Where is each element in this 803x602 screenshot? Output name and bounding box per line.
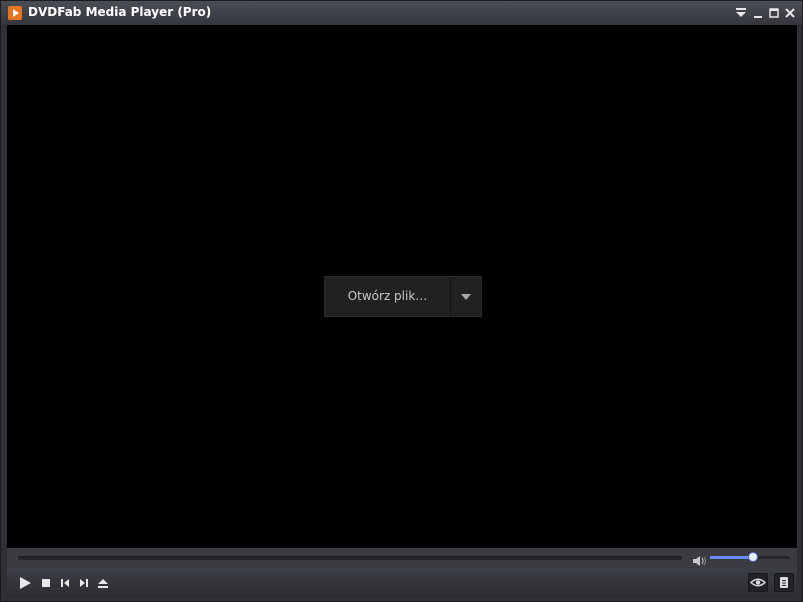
app-logo-icon (8, 6, 22, 20)
play-icon[interactable] (17, 575, 33, 591)
volume-slider[interactable] (710, 552, 790, 562)
open-file-button[interactable]: Otwórz plik… (325, 277, 450, 316)
minimize-icon[interactable] (751, 5, 765, 21)
volume-knob[interactable] (748, 552, 758, 562)
seekbar-area (7, 548, 797, 568)
maximize-icon[interactable] (767, 5, 781, 21)
next-icon[interactable] (76, 575, 92, 591)
player-window: DVDFab Media Player (Pro) Otwórz plik… (0, 0, 803, 602)
playlist-icon[interactable] (774, 573, 794, 592)
title-bar[interactable]: DVDFab Media Player (Pro) (1, 1, 802, 25)
menu-dropdown-icon[interactable] (734, 5, 748, 21)
eject-icon[interactable] (95, 575, 111, 591)
chevron-down-icon[interactable] (451, 277, 481, 316)
previous-icon[interactable] (57, 575, 73, 591)
seek-slider[interactable] (18, 556, 682, 560)
open-file-group: Otwórz plik… (324, 276, 482, 317)
volume-fill (710, 556, 753, 559)
close-icon[interactable] (783, 5, 797, 21)
volume-icon[interactable] (692, 552, 708, 566)
control-bar (7, 568, 797, 597)
stop-icon[interactable] (38, 575, 54, 591)
window-title: DVDFab Media Player (Pro) (28, 5, 212, 19)
eye-icon[interactable] (748, 573, 768, 592)
video-area[interactable]: Otwórz plik… (7, 25, 797, 548)
